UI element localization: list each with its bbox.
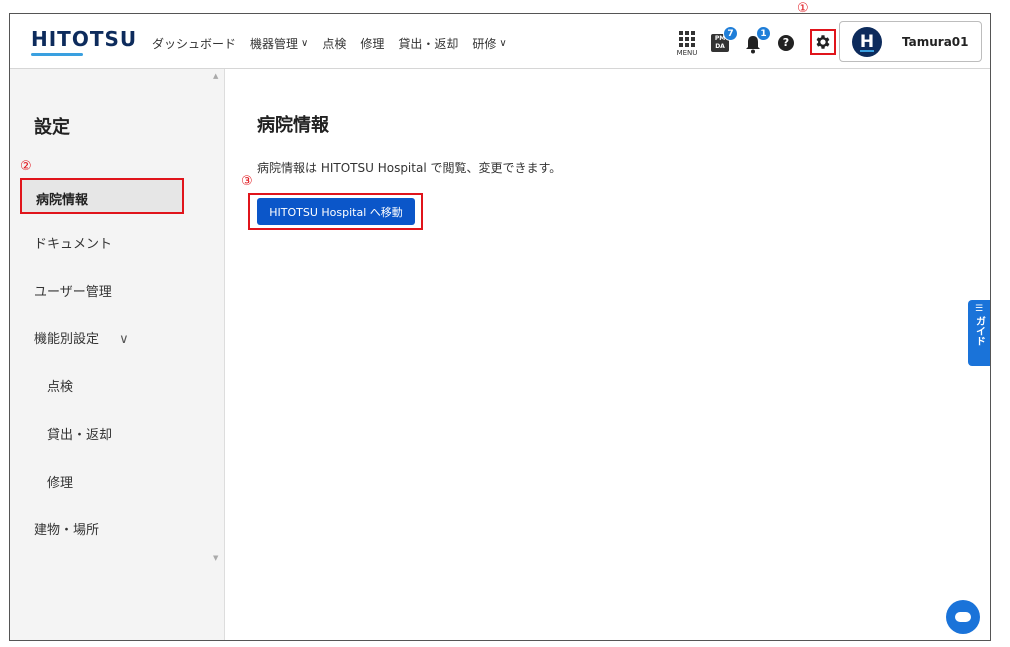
nav-equipment-label: 機器管理	[250, 37, 299, 51]
main-content: 病院情報 病院情報は HITOTSU Hospital で閲覧、変更できます。 …	[225, 69, 990, 640]
app-window: HITOTSU ダッシュボード 機器管理 ∨ 点検 修理 貸出・返却 研修 ∨ ME…	[9, 13, 991, 641]
scroll-up-arrow[interactable]: ▲	[213, 72, 218, 80]
gear-icon	[816, 35, 830, 49]
sidebar-item-hospital-info[interactable]: 病院情報	[20, 178, 184, 214]
menu-label: MENU	[676, 49, 698, 57]
user-name: Tamura01	[902, 34, 969, 49]
nav-training-label: 研修	[472, 37, 497, 51]
nav-lending-label: 貸出・返却	[398, 37, 459, 51]
chevron-down-icon: ∨	[499, 38, 507, 49]
logo[interactable]: HITOTSU	[31, 27, 137, 56]
chevron-down-icon: ∨	[119, 332, 129, 347]
nav-lending[interactable]: 貸出・返却	[398, 35, 458, 52]
nav-equipment[interactable]: 機器管理 ∨	[250, 35, 308, 52]
user-menu[interactable]: H Tamura01	[839, 21, 982, 62]
sidebar-item-lending[interactable]: 貸出・返却	[47, 424, 112, 443]
main-nav: ダッシュボード 機器管理 ∨ 点検 修理 貸出・返却 研修 ∨	[152, 35, 521, 52]
page-description: 病院情報は HITOTSU Hospital で閲覧、変更できます。	[257, 161, 562, 175]
guide-tab[interactable]: ☰ ガイド	[968, 300, 990, 366]
chat-icon	[955, 612, 971, 622]
chevron-down-icon: ∨	[301, 38, 309, 49]
help-icon[interactable]: ?	[778, 35, 794, 51]
logo-underline	[31, 53, 83, 56]
scroll-down-arrow[interactable]: ▼	[213, 554, 218, 562]
sidebar-item-label: 病院情報	[36, 193, 89, 208]
app-menu-button[interactable]: MENU	[674, 31, 700, 57]
page-title: 病院情報	[257, 115, 329, 136]
settings-button[interactable]	[810, 29, 836, 55]
chat-button[interactable]	[946, 600, 980, 634]
sidebar-title: 設定	[34, 117, 70, 138]
sidebar-item-documents[interactable]: ドキュメント	[34, 233, 112, 252]
settings-sidebar: ▲ 設定 病院情報 ドキュメント ユーザー管理 機能別設定 ∨ 点検 貸出・返却…	[10, 69, 225, 640]
sidebar-item-inspection[interactable]: 点検	[47, 376, 73, 395]
nav-repair[interactable]: 修理	[360, 35, 384, 52]
annotation-number-2: ②	[20, 159, 32, 174]
sidebar-item-feature-settings[interactable]: 機能別設定 ∨	[34, 328, 129, 347]
annotation-number-1: ①	[797, 1, 809, 16]
pmda-badge: 7	[723, 26, 738, 41]
notification-badge: 1	[756, 26, 771, 41]
nav-dashboard-label: ダッシュボード	[152, 37, 237, 51]
nav-repair-label: 修理	[360, 37, 385, 51]
grid-icon	[674, 31, 700, 47]
avatar-underline	[860, 49, 874, 52]
nav-inspection[interactable]: 点検	[322, 35, 346, 52]
nav-dashboard[interactable]: ダッシュボード	[152, 35, 236, 52]
sidebar-item-label: 機能別設定	[34, 332, 100, 347]
avatar-initial: H	[859, 31, 875, 52]
top-bar: HITOTSU ダッシュボード 機器管理 ∨ 点検 修理 貸出・返却 研修 ∨ ME…	[10, 14, 990, 69]
sidebar-item-user-management[interactable]: ユーザー管理	[34, 281, 112, 300]
sidebar-item-buildings[interactable]: 建物・場所	[34, 519, 99, 538]
annotation-number-3: ③	[241, 174, 253, 189]
guide-label: ガイド	[973, 316, 985, 346]
guide-icon: ☰	[974, 304, 984, 314]
sidebar-item-repair[interactable]: 修理	[47, 472, 73, 491]
nav-inspection-label: 点検	[322, 37, 347, 51]
logo-text: HITOTSU	[31, 27, 138, 51]
nav-training[interactable]: 研修 ∨	[472, 35, 506, 52]
avatar: H	[852, 26, 882, 57]
go-to-hospital-button[interactable]: HITOTSU Hospital へ移動	[257, 198, 415, 225]
